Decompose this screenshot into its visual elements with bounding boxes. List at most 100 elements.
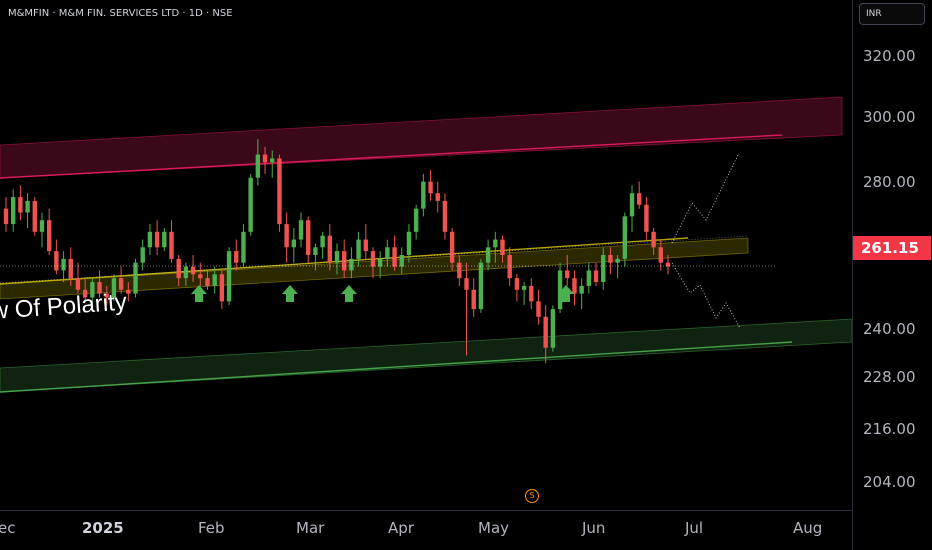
price-axis[interactable]: INR 320.00 300.00 280.00 261.15 240.00 2… (852, 0, 932, 550)
candle-body (54, 251, 59, 271)
candle-body (176, 258, 181, 279)
candle-body (3, 208, 9, 225)
candle-body (399, 255, 404, 267)
projection-down (671, 262, 741, 329)
candle-body (291, 239, 297, 248)
candle-body (435, 193, 440, 201)
candle-body (449, 231, 455, 263)
candle-body (485, 247, 491, 263)
zones-layer (0, 96, 853, 393)
candle-body (212, 274, 217, 286)
candle-body (629, 193, 635, 217)
candle-body (277, 158, 282, 225)
candle-body (392, 247, 397, 267)
candle-body (550, 309, 556, 348)
time-tick: Feb (198, 519, 225, 537)
price-tick: 300.00 (863, 108, 916, 126)
time-tick: Mar (296, 519, 325, 537)
candle-body (25, 200, 30, 213)
time-tick: Aug (793, 519, 823, 537)
price-tick: 240.00 (863, 320, 916, 338)
candle-body (413, 208, 419, 232)
candle-body (356, 239, 361, 259)
candle-body (169, 231, 174, 259)
candle-body (205, 278, 210, 286)
candle-body (334, 251, 340, 263)
candle-body (385, 247, 390, 259)
candle-body (507, 255, 512, 279)
candle-body (601, 255, 606, 283)
candle-body (298, 220, 304, 240)
candle-body (10, 197, 16, 225)
price-tick: 216.00 (863, 420, 916, 438)
candle-body (586, 270, 592, 286)
candle-body (363, 239, 368, 252)
time-tick: May (478, 519, 510, 537)
candle-body (75, 278, 81, 290)
price-tick: 280.00 (863, 173, 916, 191)
candle-body (284, 224, 289, 248)
candle-body (644, 204, 649, 232)
currency-button[interactable]: INR (859, 3, 925, 25)
candle-body (219, 274, 225, 302)
candle-body (183, 266, 189, 279)
last-price-tag: 261.15 (853, 236, 931, 260)
candle-body (428, 181, 433, 194)
candle-body (306, 220, 311, 255)
price-tick: 320.00 (863, 47, 916, 65)
candle-body (140, 247, 145, 263)
arrow-up-icon (191, 285, 207, 302)
candle-body (32, 200, 37, 232)
candle-body (133, 262, 138, 294)
arrow-up-icon (282, 285, 298, 302)
candle-body (68, 258, 73, 279)
candle-body (500, 239, 505, 255)
candle-body (557, 270, 563, 310)
candle-body (377, 258, 383, 267)
chart-pane[interactable]: M&MFIN · M&M FIN. SERVICES LTD · 1D · NS… (0, 0, 853, 510)
candle-body (255, 154, 261, 178)
candle-body (651, 231, 656, 248)
arrow-up-icon (341, 285, 357, 302)
candle-body (262, 154, 268, 163)
candle-body (270, 158, 275, 163)
candle-body (327, 235, 333, 263)
time-tick: ec (0, 519, 16, 537)
candle-body (126, 289, 131, 294)
candle-body (572, 278, 577, 294)
candle-body (658, 247, 664, 263)
candle-body (493, 239, 498, 248)
candle-body (622, 216, 628, 259)
candle-body (565, 270, 570, 279)
candle-body (529, 285, 534, 302)
event-marker[interactable]: S (525, 489, 539, 503)
chart-canvas[interactable] (0, 0, 853, 510)
candle-body (234, 251, 239, 263)
candle-body (406, 231, 412, 255)
candle-body (521, 285, 527, 290)
time-tick: Jul (685, 519, 704, 537)
candle-body (241, 231, 246, 263)
candle-body (248, 177, 253, 232)
candle-body (608, 255, 613, 263)
zone-resistance (0, 96, 843, 179)
candle-body (478, 262, 484, 310)
candle-body (39, 220, 45, 232)
price-tick: 204.00 (863, 473, 916, 491)
candle-body (341, 251, 347, 271)
candle-body (349, 258, 354, 271)
time-axis[interactable]: ec 2025 Feb Mar Apr May Jun Jul Aug (0, 510, 852, 550)
candle-body (471, 289, 476, 310)
candle-body (593, 270, 599, 283)
candle-body (370, 251, 376, 267)
candle-body (147, 231, 153, 248)
candle-body (313, 247, 318, 255)
price-tick: 228.00 (863, 368, 916, 386)
candle-body (162, 231, 167, 248)
symbol-title[interactable]: M&MFIN · M&M FIN. SERVICES LTD · 1D · NS… (8, 8, 233, 19)
candle-body (464, 278, 469, 290)
candle-body (198, 274, 203, 279)
candle-body (18, 197, 23, 213)
candle-body (637, 193, 642, 205)
time-tick: Apr (388, 519, 414, 537)
